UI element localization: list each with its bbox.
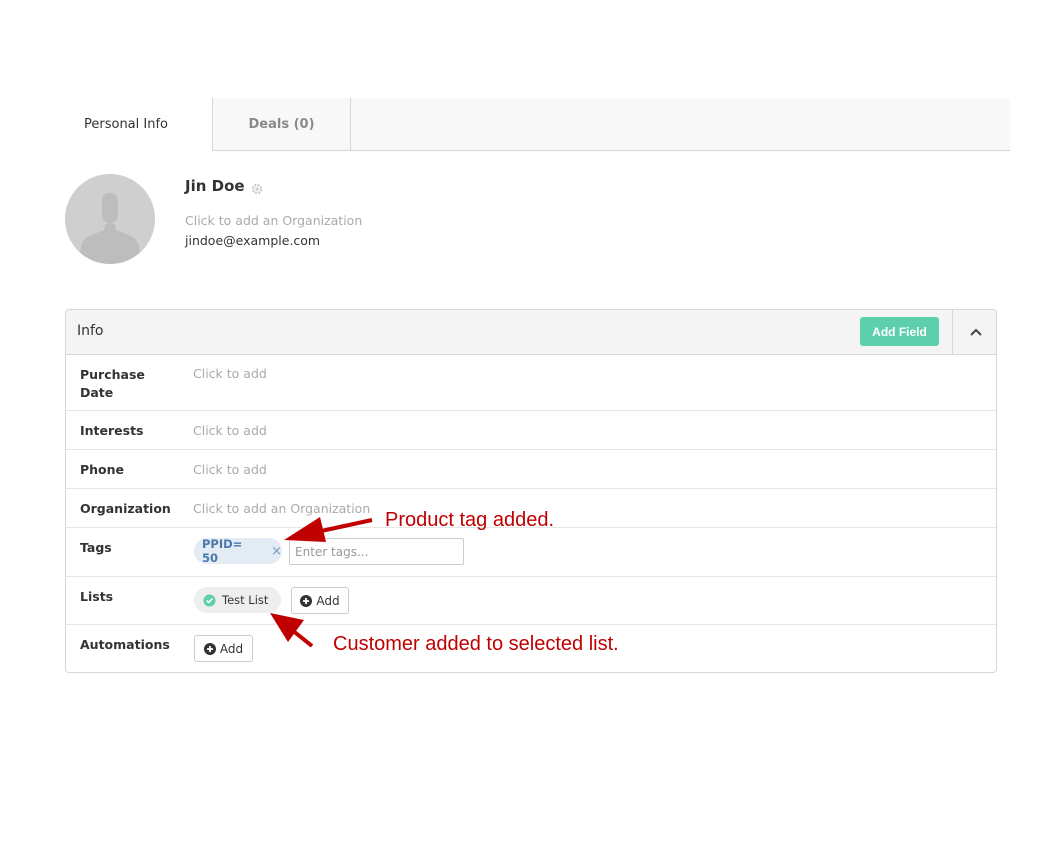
collapse-button[interactable]: [952, 310, 996, 354]
field-row-phone: Phone Click to add: [66, 450, 996, 489]
field-value[interactable]: Click to add an Organization: [193, 500, 370, 518]
field-row-interests: Interests Click to add: [66, 411, 996, 450]
organization-link[interactable]: Click to add an Organization: [185, 213, 362, 228]
annotation-product-tag: Product tag added.: [385, 509, 555, 531]
list-chip-label: Test List: [222, 593, 269, 607]
tab-deals[interactable]: Deals (0): [213, 98, 351, 150]
tab-bar: Personal Info Deals (0): [40, 98, 1010, 151]
add-field-button[interactable]: Add Field: [860, 317, 939, 346]
avatar[interactable]: [65, 174, 155, 264]
tags-input[interactable]: [289, 538, 464, 565]
field-value[interactable]: Click to add: [193, 422, 267, 440]
person-silhouette-icon: [65, 174, 155, 264]
info-panel: Info Add Field Purchase Date Click to ad…: [65, 309, 997, 673]
field-label: Interests: [80, 423, 144, 438]
field-label: Organization: [80, 501, 171, 516]
close-icon[interactable]: ×: [271, 544, 282, 559]
contact-email[interactable]: jindoe@example.com: [185, 233, 320, 248]
contact-name[interactable]: Jin Doe: [185, 177, 245, 195]
annotation-customer-list: Customer added to selected list.: [333, 633, 619, 655]
field-label: Automations: [80, 637, 170, 652]
list-chip[interactable]: Test List: [194, 587, 281, 613]
gear-icon[interactable]: [251, 180, 263, 199]
tab-personal-info[interactable]: Personal Info: [40, 98, 213, 151]
plus-circle-icon: [203, 642, 216, 655]
tag-chip-label: PPID= 50: [202, 537, 243, 565]
field-label: Purchase Date: [80, 367, 145, 400]
panel-title: Info: [77, 323, 104, 339]
field-label: Phone: [80, 462, 125, 477]
automations-add-label: Add: [219, 641, 244, 656]
plus-circle-icon: [300, 594, 313, 607]
info-panel-header: Info Add Field: [66, 310, 996, 355]
tag-chip: PPID= 50 ×: [194, 537, 282, 565]
automations-add-button[interactable]: Add: [194, 635, 253, 662]
lists-add-button[interactable]: Add: [291, 587, 349, 614]
lists-add-label: Add: [316, 593, 340, 608]
tab-personal-info-label: Personal Info: [84, 117, 168, 132]
check-circle-icon: [203, 594, 216, 606]
tab-deals-label: Deals (0): [248, 116, 315, 132]
field-row-purchase-date: Purchase Date Click to add: [66, 354, 996, 411]
chevron-up-icon: [969, 328, 982, 336]
field-value[interactable]: Click to add: [193, 365, 267, 383]
field-value[interactable]: Click to add: [193, 461, 267, 479]
field-label: Lists: [80, 589, 114, 604]
field-label: Tags: [80, 540, 112, 555]
